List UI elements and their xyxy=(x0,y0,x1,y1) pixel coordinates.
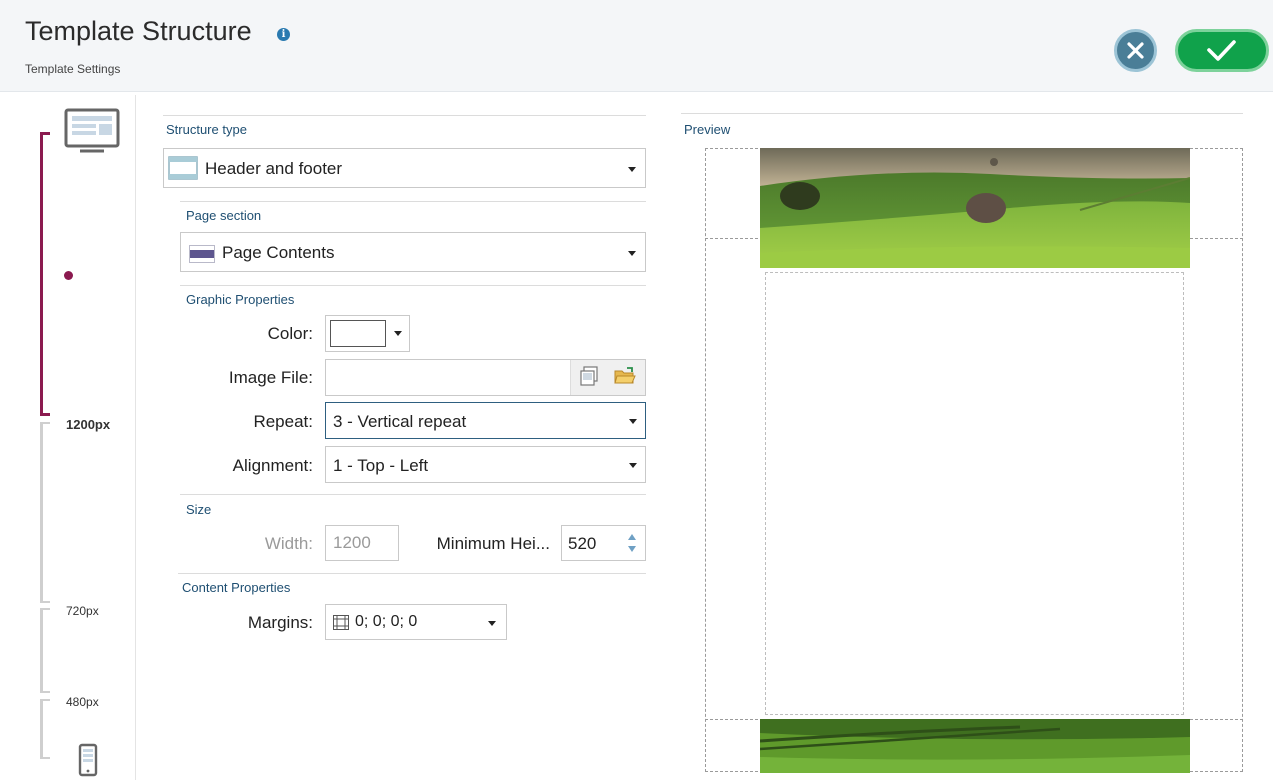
spin-arrows-icon[interactable] xyxy=(625,530,639,556)
breakpoint-label-480: 480px xyxy=(66,695,99,709)
folder-open-icon[interactable] xyxy=(613,365,637,387)
color-picker[interactable] xyxy=(325,315,410,352)
page-title: Template Structure xyxy=(25,16,252,46)
structure-type-label: Structure type xyxy=(166,122,247,137)
divider xyxy=(163,115,646,116)
minimum-height-value: 520 xyxy=(568,534,597,553)
chevron-down-icon xyxy=(628,167,636,172)
mobile-phone-icon[interactable] xyxy=(78,743,98,777)
divider xyxy=(180,201,646,202)
structure-type-value: Header and footer xyxy=(205,159,343,178)
confirm-button[interactable] xyxy=(1175,29,1269,72)
cancel-button[interactable] xyxy=(1114,29,1157,72)
preview-content-area xyxy=(765,272,1184,715)
page-contents-layout-icon xyxy=(189,245,215,263)
chevron-down-icon xyxy=(394,331,402,336)
chevron-down-icon xyxy=(629,463,637,468)
footer-landscape-image xyxy=(760,719,1190,773)
info-icon[interactable]: i xyxy=(277,28,290,41)
active-range-bracket[interactable] xyxy=(40,132,43,416)
alignment-dropdown[interactable]: 1 - Top - Left xyxy=(325,446,646,483)
minimum-height-label: Minimum Hei... xyxy=(436,534,550,553)
range-tick xyxy=(40,699,50,701)
header-footer-layout-icon xyxy=(168,156,198,180)
header-landscape-image xyxy=(760,148,1190,268)
range-tick xyxy=(40,691,50,693)
range-line-mobile xyxy=(40,699,43,759)
page-subtitle: Template Settings xyxy=(25,62,121,76)
page-section-label: Page section xyxy=(186,208,262,223)
device-width-rail: 1200px 720px 480px xyxy=(0,95,136,780)
content-properties-label: Content Properties xyxy=(182,580,291,595)
page-section-dropdown[interactable]: Page Contents xyxy=(180,232,646,272)
checkmark-icon xyxy=(1207,40,1236,61)
chevron-down-icon xyxy=(629,419,637,424)
range-line-720 xyxy=(40,422,43,603)
divider xyxy=(180,494,646,495)
color-swatch xyxy=(330,320,386,347)
range-tick xyxy=(40,608,50,610)
repeat-dropdown[interactable]: 3 - Vertical repeat xyxy=(325,402,646,439)
chevron-down-icon xyxy=(488,621,496,626)
header-bar: Template Structure i Template Settings xyxy=(0,0,1273,92)
image-gallery-icon[interactable] xyxy=(578,365,600,387)
width-label: Width: xyxy=(264,534,313,553)
breakpoint-label-720: 720px xyxy=(66,604,99,618)
range-tick xyxy=(40,757,50,759)
divider xyxy=(681,113,1243,114)
margins-dropdown[interactable]: 0; 0; 0; 0 xyxy=(325,604,507,640)
margins-grid-icon xyxy=(333,615,349,630)
breakpoint-label-1200: 1200px xyxy=(66,417,111,432)
color-label: Color: xyxy=(267,324,313,343)
range-tick xyxy=(40,422,50,424)
range-handle[interactable] xyxy=(64,271,73,280)
range-tick xyxy=(40,601,50,603)
alignment-label: Alignment: xyxy=(232,456,313,475)
minimum-height-stepper[interactable]: 520 xyxy=(561,525,646,561)
desktop-monitor-icon[interactable] xyxy=(64,108,120,154)
page-section-value: Page Contents xyxy=(222,243,335,262)
bracket-top-tick xyxy=(40,132,50,135)
divider xyxy=(180,285,646,286)
bracket-bottom-tick xyxy=(40,413,50,416)
alignment-value: 1 - Top - Left xyxy=(333,456,429,475)
divider xyxy=(178,573,646,574)
close-icon xyxy=(1127,42,1144,59)
repeat-label: Repeat: xyxy=(253,412,313,431)
margins-label: Margins: xyxy=(247,613,313,632)
repeat-value: 3 - Vertical repeat xyxy=(333,412,467,431)
graphic-properties-label: Graphic Properties xyxy=(186,292,295,307)
size-label: Size xyxy=(186,502,212,517)
range-line-480 xyxy=(40,608,43,693)
margins-value: 0; 0; 0; 0 xyxy=(355,613,418,630)
width-input xyxy=(325,525,399,561)
chevron-down-icon xyxy=(628,251,636,256)
image-file-label: Image File: xyxy=(228,368,313,387)
structure-type-dropdown[interactable]: Header and footer xyxy=(163,148,646,188)
preview-label: Preview xyxy=(684,122,731,137)
